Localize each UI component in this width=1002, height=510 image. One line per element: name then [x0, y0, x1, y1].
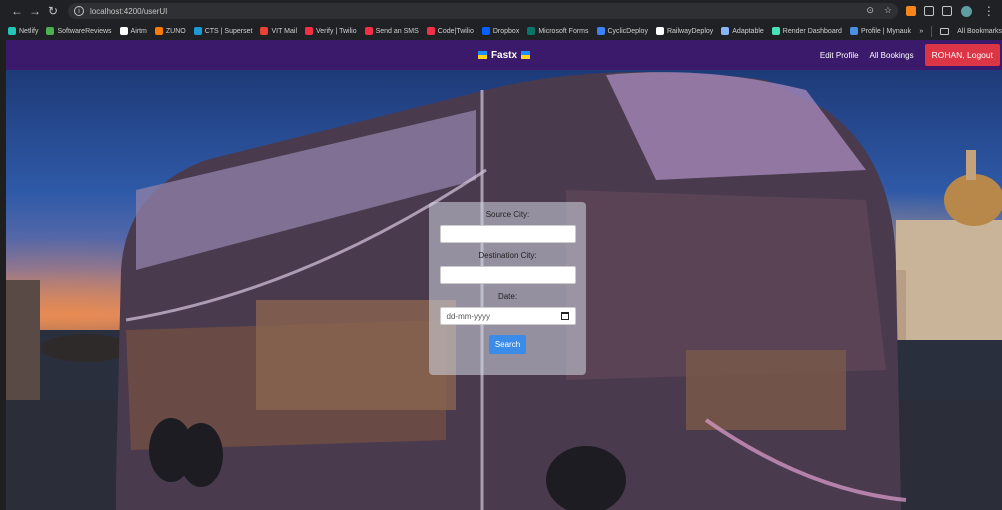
bookmarks-bar: Netlify SoftwareReviews Airtm ZUNO CTS | Sup…: [0, 22, 1002, 40]
bookmark-item[interactable]: SoftwareReviews: [46, 27, 112, 35]
bookmark-star-icon[interactable]: ☆: [884, 5, 892, 16]
bookmark-item[interactable]: Profile | Mynaukri: [849, 27, 915, 35]
bookmark-item[interactable]: RailwayDeploy: [655, 27, 714, 35]
bookmark-favicon-icon: [655, 27, 664, 35]
bookmark-item[interactable]: Code|Twilio: [426, 27, 474, 35]
browser-toolbar: ← → ↻ i localhost:4200/userUI ⊙ ☆ ⋮: [0, 0, 1002, 22]
bookmark-label: VIT Mail: [271, 27, 297, 35]
extensions-icon[interactable]: [924, 6, 935, 16]
bookmark-favicon-icon: [527, 27, 536, 35]
bookmark-label: Netlify: [19, 27, 39, 35]
bookmark-label: Microsoft Forms: [538, 27, 589, 35]
bookmark-label: CyclicDeploy: [607, 27, 648, 35]
bookmark-item[interactable]: CyclicDeploy: [596, 27, 648, 35]
bookmark-favicon-icon: [481, 27, 490, 35]
hero-background: Source City: Destination City: Date: dd-…: [6, 70, 1002, 510]
search-button[interactable]: Search: [488, 335, 527, 354]
bookmark-item[interactable]: Netlify: [8, 27, 38, 35]
date-label: Date:: [497, 292, 518, 301]
bookmark-label: ZUNO: [165, 27, 186, 35]
forward-icon[interactable]: →: [26, 2, 44, 20]
bookmark-favicon-icon: [119, 27, 128, 35]
flag-icon: [477, 51, 487, 59]
back-icon[interactable]: ←: [8, 2, 26, 20]
bookmark-favicon-icon: [721, 27, 730, 35]
profile-avatar[interactable]: [960, 5, 972, 17]
calendar-icon[interactable]: [560, 312, 569, 320]
bookmark-item[interactable]: Send an SMS: [364, 27, 419, 35]
address-bar[interactable]: i localhost:4200/userUI ⊙ ☆: [68, 3, 898, 19]
destination-city-input[interactable]: [439, 266, 576, 284]
bookmark-label: Adaptable: [732, 27, 764, 35]
brand[interactable]: Fastx: [477, 49, 531, 61]
app-page: Fastx Edit Profile All Bookings ROHAN, L…: [6, 40, 1002, 510]
date-placeholder: dd-mm-yyyy: [446, 311, 491, 321]
source-city-input[interactable]: [439, 225, 576, 243]
bookmark-favicon-icon: [305, 27, 313, 35]
bookmark-label: Send an SMS: [375, 27, 419, 35]
date-input[interactable]: dd-mm-yyyy: [439, 307, 576, 325]
bookmark-favicon-icon: [193, 27, 202, 35]
search-form: Source City: Destination City: Date: dd-…: [429, 202, 586, 375]
navbar: Fastx Edit Profile All Bookings ROHAN, L…: [6, 40, 1002, 70]
all-bookings-link[interactable]: All Bookings: [870, 51, 914, 60]
translate-icon[interactable]: ⊙: [866, 5, 874, 16]
bookmark-item[interactable]: ZUNO: [154, 27, 186, 35]
bookmark-label: SoftwareReviews: [57, 27, 112, 35]
bookmark-label: Render Dashboard: [782, 27, 842, 35]
bookmark-favicon-icon: [849, 27, 858, 35]
nav-links: Edit Profile All Bookings ROHAN, Logout: [820, 40, 1000, 70]
bookmark-label: CTS | Superset: [204, 27, 253, 35]
bookmark-label: Dropbox: [492, 27, 520, 35]
bookmark-favicon-icon: [46, 27, 55, 35]
bookmark-favicon-icon: [154, 27, 163, 35]
bookmark-favicon-icon: [771, 27, 780, 35]
edit-profile-link[interactable]: Edit Profile: [820, 51, 859, 60]
bookmarks-overflow: » All Bookmarks: [911, 22, 1002, 40]
bookmark-favicon-icon: [426, 27, 435, 35]
bookmark-item[interactable]: Adaptable: [721, 27, 764, 35]
site-info-icon[interactable]: i: [74, 6, 84, 16]
brand-name: Fastx: [490, 49, 518, 61]
bookmark-favicon-icon: [596, 27, 605, 35]
bookmark-label: Code|Twilio: [437, 27, 474, 35]
bookmark-favicon-icon: [364, 27, 373, 35]
bookmark-label: Airtm: [130, 27, 147, 35]
bookmark-label: RailwayDeploy: [666, 27, 714, 35]
metamask-icon[interactable]: [906, 6, 917, 16]
bookmark-item[interactable]: Render Dashboard: [771, 27, 842, 35]
destination-city-label: Destination City:: [478, 251, 537, 260]
bookmark-item[interactable]: Microsoft Forms: [527, 27, 589, 35]
bookmark-favicon-icon: [260, 27, 269, 35]
bookmark-item[interactable]: VIT Mail: [260, 27, 297, 35]
menu-icon[interactable]: ⋮: [980, 2, 998, 20]
bookmark-label: Profile | Mynaukri: [860, 27, 915, 35]
bookmark-item[interactable]: Airtm: [119, 27, 147, 35]
logout-button[interactable]: ROHAN, Logout: [924, 44, 1000, 66]
more-bookmarks-button[interactable]: »: [919, 28, 923, 35]
bookmark-item[interactable]: CTS | Superset: [193, 27, 253, 35]
url-text: localhost:4200/userUI: [90, 6, 168, 16]
extensions-area: ⋮: [902, 3, 1002, 19]
reload-icon[interactable]: ↻: [44, 2, 62, 20]
sidebar-icon[interactable]: [942, 6, 953, 16]
folder-icon: [940, 27, 950, 35]
divider: [931, 25, 933, 37]
bookmark-item[interactable]: Dropbox: [481, 27, 520, 35]
bookmark-item[interactable]: Verify | Twilio: [305, 27, 357, 35]
source-city-label: Source City:: [485, 210, 530, 219]
bookmark-label: Verify | Twilio: [316, 27, 357, 35]
all-bookmarks-button[interactable]: All Bookmarks: [957, 28, 1002, 35]
bookmark-favicon-icon: [8, 27, 16, 35]
flag-icon: [521, 51, 531, 59]
